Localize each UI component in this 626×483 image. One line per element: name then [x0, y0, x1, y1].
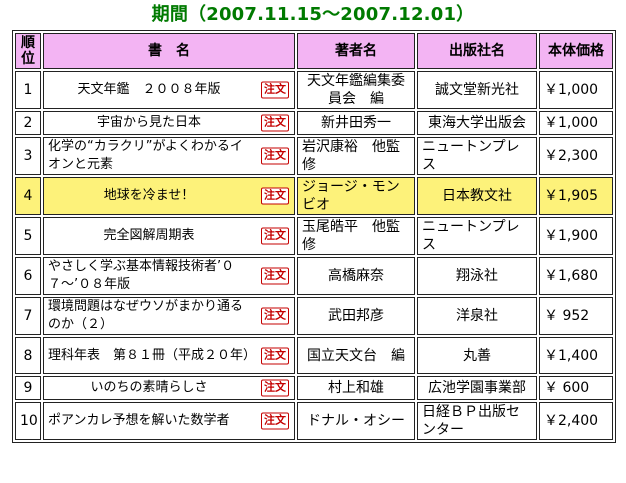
table-row: 5 完全図解周期表 注文 玉尾皓平 他監修 ニュートンプレス ￥1,900: [15, 217, 613, 255]
title-cell: 天文年鑑 ２００８年版 注文: [43, 71, 295, 109]
book-title[interactable]: ポアンカレ予想を解いた数学者: [48, 412, 290, 430]
rank-cell: 5: [15, 217, 41, 255]
book-title[interactable]: 化学の“カラクリ”がよくわかるイオンと元素: [48, 138, 290, 174]
rank-cell: 10: [15, 402, 41, 440]
title-cell: 理科年表 第８１冊（平成２０年） 注文: [43, 337, 295, 374]
order-button[interactable]: 注文: [261, 347, 289, 364]
title-cell: やさしく学ぶ基本情報技術者’０７〜’０８年版 注文: [43, 257, 295, 295]
ranking-table: 順位 書 名 著者名 出版社名 本体価格 1 天文年鑑 ２００８年版 注文 天文…: [12, 30, 616, 443]
order-button[interactable]: 注文: [261, 147, 289, 165]
title-cell: 宇宙から見た日本 注文: [43, 111, 295, 135]
author-cell: 村上和雄: [297, 376, 415, 400]
author-cell: ドナル・オシー: [297, 402, 415, 440]
publisher-cell: 日本教文社: [417, 177, 537, 215]
price-cell: ￥1,905: [539, 177, 613, 215]
book-title[interactable]: いのちの素晴らしさ: [48, 379, 290, 397]
author-cell: 玉尾皓平 他監修: [297, 217, 415, 255]
table-row: 3 化学の“カラクリ”がよくわかるイオンと元素 注文 岩沢康裕 他監修 ニュート…: [15, 137, 613, 175]
author-cell: 高橋麻奈: [297, 257, 415, 295]
publisher-cell: ニュートンプレス: [417, 217, 537, 255]
author-cell: 天文年鑑編集委員会 編: [297, 71, 415, 109]
rank-cell: 9: [15, 376, 41, 400]
price-cell: ￥2,300: [539, 137, 613, 175]
publisher-cell: 誠文堂新光社: [417, 71, 537, 109]
price-cell: ￥1,900: [539, 217, 613, 255]
price-cell: ￥1,680: [539, 257, 613, 295]
author-cell: 新井田秀一: [297, 111, 415, 135]
book-title[interactable]: やさしく学ぶ基本情報技術者’０７〜’０８年版: [48, 258, 290, 294]
rank-cell: 7: [15, 297, 41, 335]
author-cell: ジョージ・モンビオ: [297, 177, 415, 215]
publisher-cell: 日経ＢＰ出版センター: [417, 402, 537, 440]
header-title: 書 名: [43, 33, 295, 69]
price-cell: ￥ 600: [539, 376, 613, 400]
rank-cell: 2: [15, 111, 41, 135]
header-rank: 順位: [15, 33, 41, 69]
price-cell: ￥1,400: [539, 337, 613, 374]
book-title[interactable]: 完全図解周期表: [48, 227, 290, 245]
publisher-cell: 東海大学出版会: [417, 111, 537, 135]
header-row: 順位 書 名 著者名 出版社名 本体価格: [15, 33, 613, 69]
order-button[interactable]: 注文: [261, 114, 289, 132]
order-button[interactable]: 注文: [261, 267, 289, 285]
publisher-cell: 翔泳社: [417, 257, 537, 295]
order-button[interactable]: 注文: [261, 379, 289, 397]
order-button[interactable]: 注文: [261, 81, 289, 99]
order-button[interactable]: 注文: [261, 307, 289, 325]
period-heading: 期間（2007.11.15〜2007.12.01）: [151, 4, 475, 25]
title-cell: いのちの素晴らしさ 注文: [43, 376, 295, 400]
title-cell: 化学の“カラクリ”がよくわかるイオンと元素 注文: [43, 137, 295, 175]
price-cell: ￥2,400: [539, 402, 613, 440]
title-cell: ポアンカレ予想を解いた数学者 注文: [43, 402, 295, 440]
book-title[interactable]: 天文年鑑 ２００８年版: [48, 81, 290, 99]
table-row: 8 理科年表 第８１冊（平成２０年） 注文 国立天文台 編 丸善 ￥1,400: [15, 337, 613, 374]
publisher-cell: 広池学園事業部: [417, 376, 537, 400]
title-cell: 地球を冷ませ！ 注文: [43, 177, 295, 215]
rank-cell: 6: [15, 257, 41, 295]
table-row: 9 いのちの素晴らしさ 注文 村上和雄 広池学園事業部 ￥ 600: [15, 376, 613, 400]
order-button[interactable]: 注文: [261, 227, 289, 245]
publisher-cell: 洋泉社: [417, 297, 537, 335]
publisher-cell: ニュートンプレス: [417, 137, 537, 175]
order-button[interactable]: 注文: [261, 412, 289, 430]
price-cell: ￥1,000: [539, 111, 613, 135]
price-cell: ￥1,000: [539, 71, 613, 109]
book-title[interactable]: 宇宙から見た日本: [48, 114, 290, 132]
rank-cell: 3: [15, 137, 41, 175]
table-row: 6 やさしく学ぶ基本情報技術者’０７〜’０８年版 注文 高橋麻奈 翔泳社 ￥1,…: [15, 257, 613, 295]
book-title[interactable]: 理科年表 第８１冊（平成２０年）: [48, 347, 290, 365]
table-row: 7 環境問題はなぜウソがまかり通るのか（２） 注文 武田邦彦 洋泉社 ￥ 952: [15, 297, 613, 335]
rank-cell: 4: [15, 177, 41, 215]
book-title[interactable]: 地球を冷ませ！: [48, 187, 290, 205]
table-row: 1 天文年鑑 ２００８年版 注文 天文年鑑編集委員会 編 誠文堂新光社 ￥1,0…: [15, 71, 613, 109]
header-publisher: 出版社名: [417, 33, 537, 69]
table-row: 2 宇宙から見た日本 注文 新井田秀一 東海大学出版会 ￥1,000: [15, 111, 613, 135]
table-row: 10 ポアンカレ予想を解いた数学者 注文 ドナル・オシー 日経ＢＰ出版センター …: [15, 402, 613, 440]
header-author: 著者名: [297, 33, 415, 69]
rank-cell: 8: [15, 337, 41, 374]
author-cell: 国立天文台 編: [297, 337, 415, 374]
order-button[interactable]: 注文: [261, 187, 289, 205]
book-title[interactable]: 環境問題はなぜウソがまかり通るのか（２）: [48, 298, 290, 334]
header-price: 本体価格: [539, 33, 613, 69]
author-cell: 武田邦彦: [297, 297, 415, 335]
price-cell: ￥ 952: [539, 297, 613, 335]
publisher-cell: 丸善: [417, 337, 537, 374]
title-cell: 環境問題はなぜウソがまかり通るのか（２） 注文: [43, 297, 295, 335]
table-row-highlighted: 4 地球を冷ませ！ 注文 ジョージ・モンビオ 日本教文社 ￥1,905: [15, 177, 613, 215]
author-cell: 岩沢康裕 他監修: [297, 137, 415, 175]
title-cell: 完全図解周期表 注文: [43, 217, 295, 255]
rank-cell: 1: [15, 71, 41, 109]
